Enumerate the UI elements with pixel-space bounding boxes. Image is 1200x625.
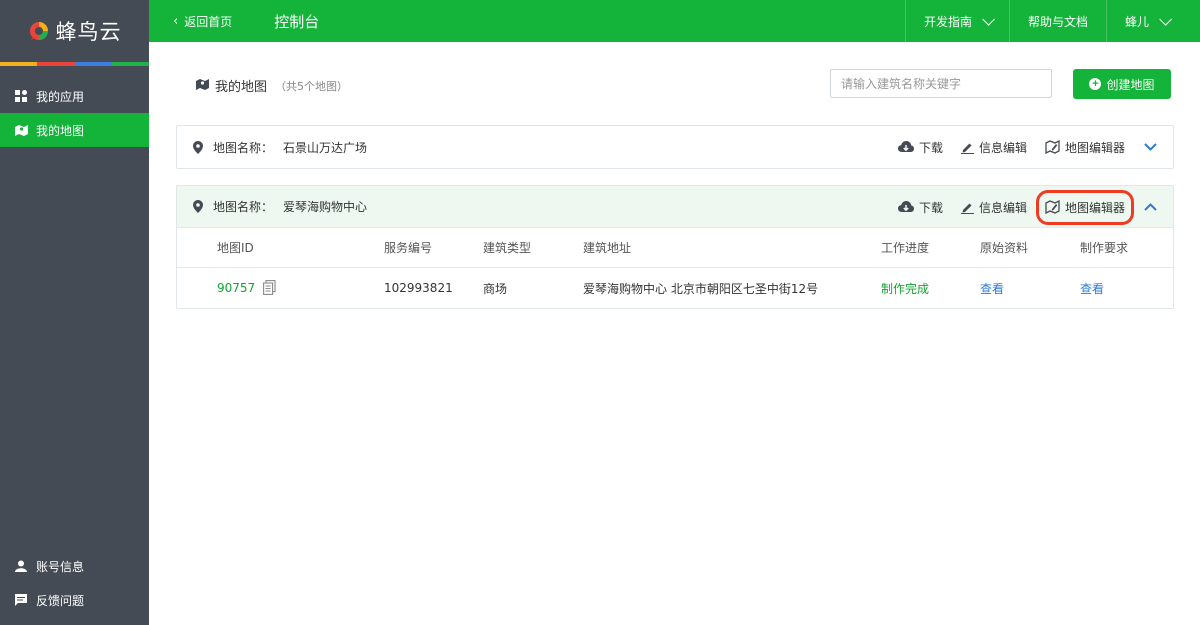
map-id: 90757	[217, 281, 256, 295]
view-requirements-link[interactable]: 查看	[1080, 280, 1104, 297]
search-input[interactable]	[830, 69, 1052, 98]
back-to-home-link[interactable]: ‹ 返回首页	[173, 13, 232, 30]
sidebar-item-label: 反馈问题	[36, 593, 85, 608]
building-type: 商场	[483, 281, 508, 296]
chat-icon	[14, 593, 28, 607]
edit-info-label: 信息编辑	[978, 140, 1027, 155]
map-actions: 下载 信息编辑 地图编辑器	[897, 186, 1173, 228]
copy-icon[interactable]	[263, 280, 276, 298]
menu-label: 开发指南	[923, 14, 972, 29]
create-map-label: 创建地图	[1106, 77, 1155, 92]
chevron-left-icon: ‹	[173, 13, 179, 29]
cloud-download-icon	[897, 141, 914, 153]
download-label: 下载	[918, 200, 943, 215]
main-content: 我的地图 （共5个地图） + 创建地图 地图名称： 石景山万达广场 下载	[149, 42, 1200, 625]
chevron-up-icon[interactable]	[1143, 200, 1157, 214]
map-count: （共5个地图）	[275, 79, 349, 93]
hummingbird-logo-icon	[28, 20, 50, 42]
map-card-header[interactable]: 地图名称： 石景山万达广场 下载 信息编辑 地图编辑器	[177, 126, 1173, 168]
edit-info-label: 信息编辑	[978, 200, 1027, 215]
map-card: 地图名称： 石景山万达广场 下载 信息编辑 地图编辑器	[176, 125, 1174, 169]
map-card-header[interactable]: 地图名称： 爱琴海购物中心 下载 信息编辑 地图编辑器	[177, 186, 1173, 228]
edit-info-button[interactable]: 信息编辑	[960, 139, 1027, 156]
column-header: 原始资料	[980, 241, 1029, 255]
pen-icon	[960, 201, 974, 214]
sidebar-item-label: 我的应用	[36, 89, 85, 104]
top-bar: ‹ 返回首页 控制台 开发指南 帮助与文档 蜂儿	[149, 0, 1200, 42]
map-editor-label: 地图编辑器	[1064, 140, 1125, 155]
page-title: 我的地图 （共5个地图）	[196, 76, 348, 95]
map-icon	[196, 78, 209, 94]
map-detail-table: 地图ID 服务编号 建筑类型 建筑地址 工作进度 原始资料 制作要求 90757…	[177, 228, 1173, 308]
sidebar-bottom: 账号信息 反馈问题	[0, 549, 149, 617]
map-editor-label: 地图编辑器	[1064, 200, 1125, 215]
map-name-label: 地图名称：	[213, 200, 274, 214]
column-header: 建筑类型	[483, 241, 532, 255]
help-docs-menu[interactable]: 帮助与文档	[1008, 0, 1106, 42]
map-name: 爱琴海购物中心	[283, 200, 368, 214]
column-header: 工作进度	[881, 241, 930, 255]
column-header: 建筑地址	[583, 241, 632, 255]
sidebar-nav: 我的应用 我的地图	[0, 79, 149, 147]
page-header: 我的地图 （共5个地图） + 创建地图	[149, 42, 1200, 124]
console-title: 控制台	[274, 12, 320, 31]
map-name: 石景山万达广场	[283, 140, 368, 155]
column-header: 地图ID	[217, 241, 254, 255]
column-header: 制作要求	[1080, 241, 1129, 255]
edit-info-button[interactable]: 信息编辑	[960, 199, 1027, 216]
plus-circle-icon: +	[1089, 78, 1102, 90]
map-edit-icon	[1045, 200, 1060, 214]
menu-label: 蜂儿	[1124, 14, 1149, 29]
user-icon	[14, 559, 28, 573]
location-pin-icon	[193, 140, 203, 154]
sidebar-item-my-apps[interactable]: 我的应用	[0, 79, 149, 113]
top-menus: 开发指南 帮助与文档 蜂儿	[904, 0, 1200, 42]
dev-guide-menu[interactable]: 开发指南	[904, 0, 1009, 42]
map-card: 地图名称： 爱琴海购物中心 下载 信息编辑 地图编辑器 地图ID 服务编号 建筑…	[176, 185, 1174, 309]
map-name-label: 地图名称：	[213, 140, 274, 155]
map-editor-button[interactable]: 地图编辑器	[1035, 189, 1135, 225]
sidebar-item-label: 账号信息	[36, 559, 85, 574]
create-map-button[interactable]: + 创建地图	[1073, 69, 1171, 99]
menu-label: 帮助与文档	[1027, 14, 1088, 29]
grid-icon	[14, 89, 28, 103]
cloud-download-icon	[897, 201, 914, 213]
download-label: 下载	[918, 140, 943, 155]
map-actions: 下载 信息编辑 地图编辑器	[897, 126, 1173, 168]
back-label: 返回首页	[184, 14, 233, 29]
page-title-text: 我的地图	[215, 80, 268, 95]
pen-icon	[960, 141, 974, 154]
service-number: 102993821	[384, 281, 453, 295]
view-raw-material-link[interactable]: 查看	[980, 280, 1004, 297]
chevron-down-icon	[1159, 12, 1172, 26]
sidebar-item-label: 我的地图	[36, 123, 85, 138]
table-header-row: 地图ID 服务编号 建筑类型 建筑地址 工作进度 原始资料 制作要求	[177, 228, 1173, 268]
sidebar: 蜂鸟云 我的应用 我的地图 账号信息 反馈问题	[0, 0, 149, 625]
chevron-down-icon	[982, 12, 995, 26]
brand-stripe	[0, 62, 149, 66]
table-row: 90757 102993821 商场 爱琴海购物中心 北京市朝阳区七圣中街12号…	[177, 268, 1173, 308]
work-progress: 制作完成	[881, 281, 930, 296]
user-menu[interactable]: 蜂儿	[1105, 0, 1200, 42]
brand-logo[interactable]: 蜂鸟云	[0, 0, 149, 62]
column-header: 服务编号	[384, 241, 433, 255]
building-address: 爱琴海购物中心 北京市朝阳区七圣中街12号	[583, 281, 819, 296]
download-button[interactable]: 下载	[897, 199, 943, 216]
sidebar-item-my-maps[interactable]: 我的地图	[0, 113, 149, 147]
map-icon	[14, 123, 28, 137]
sidebar-item-account-info[interactable]: 账号信息	[0, 549, 149, 583]
brand-name: 蜂鸟云	[55, 20, 122, 44]
map-edit-icon	[1045, 140, 1060, 154]
map-editor-button[interactable]: 地图编辑器	[1045, 139, 1125, 156]
chevron-down-icon[interactable]	[1143, 140, 1157, 154]
sidebar-item-feedback[interactable]: 反馈问题	[0, 583, 149, 617]
download-button[interactable]: 下载	[897, 139, 943, 156]
location-pin-icon	[193, 200, 203, 213]
